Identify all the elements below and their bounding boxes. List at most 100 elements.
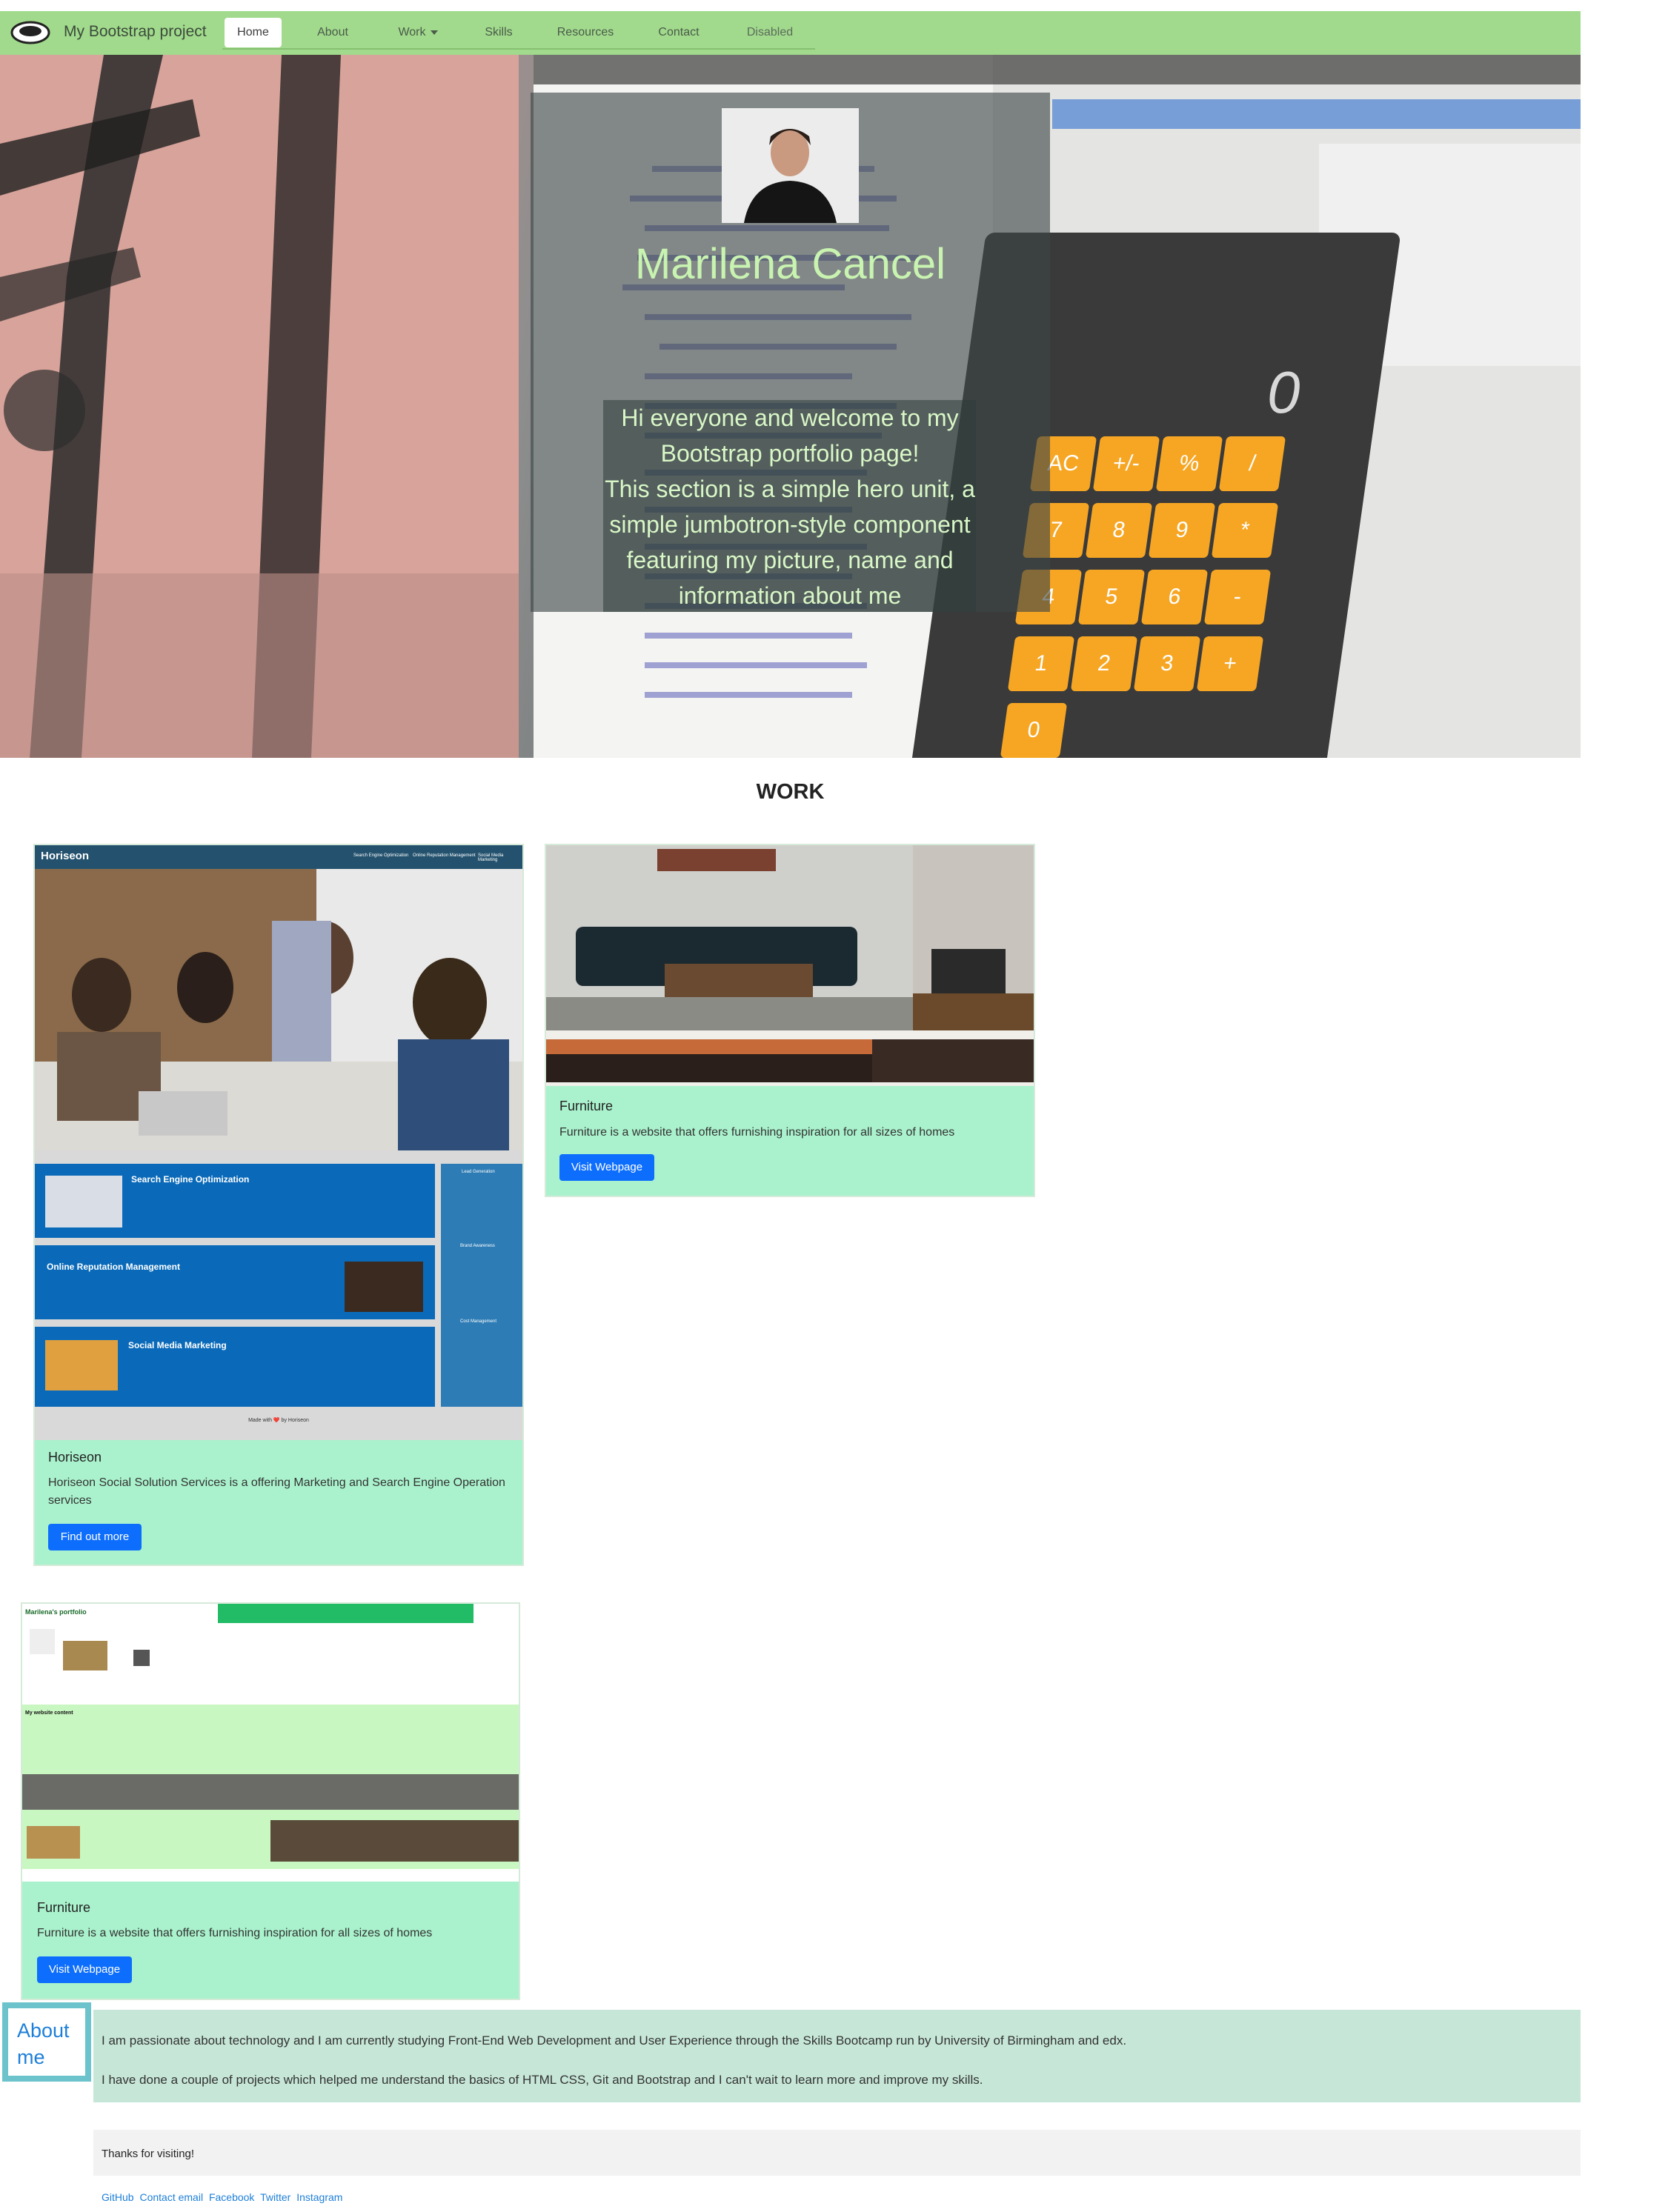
card-text: Furniture is a website that offers furni… (37, 1927, 433, 1939)
nav-about[interactable]: About (304, 18, 362, 47)
hero-intro-line: featuring my picture, name and (626, 547, 954, 573)
footer-links: GitHub Contact email Facebook Twitter In… (102, 2191, 345, 2203)
nav-work-dropdown[interactable]: Work (385, 18, 451, 47)
hero-intro-line: Hi everyone and welcome to my (621, 404, 959, 431)
horiseon-sidebar-item: Lead Generation (462, 1170, 495, 1174)
calc-key: 0 (1000, 703, 1068, 758)
nav-home[interactable]: Home (225, 18, 282, 47)
find-out-more-button[interactable]: Find out more (48, 1524, 142, 1550)
hero-intro-line: simple jumbotron-style component (609, 511, 971, 538)
horiseon-header: Horiseon Search Engine Optimization Onli… (35, 845, 522, 869)
hero-intro-line: information about me (678, 582, 902, 609)
footer (93, 2130, 1581, 2176)
horiseon-section-title: Online Reputation Management (47, 1262, 181, 1272)
portfolio-avatar (133, 1650, 150, 1666)
card-text: Furniture is a website that offers furni… (559, 1126, 955, 1139)
github-link[interactable]: GitHub (102, 2191, 134, 2203)
card-title: Furniture (37, 1900, 91, 1915)
portfolio-brand: Marilena's portfolio (25, 1608, 87, 1616)
about-section (93, 2010, 1581, 2102)
facebook-link[interactable]: Facebook (209, 2191, 254, 2203)
card-title: Horiseon (48, 1450, 102, 1465)
nav-resources[interactable]: Resources (548, 18, 622, 47)
horiseon-screenshot[interactable]: Horiseon Search Engine Optimization Onli… (35, 845, 522, 1440)
hero-name: Marilena Cancel (634, 240, 946, 288)
furniture-screenshot[interactable] (546, 845, 1034, 1086)
horiseon-section-title: Social Media Marketing (128, 1340, 227, 1350)
portfolio-logo (30, 1629, 55, 1654)
profile-photo-icon (722, 108, 859, 223)
about-paragraph: I am passionate about technology and I a… (102, 2033, 1127, 2048)
twitter-link[interactable]: Twitter (260, 2191, 290, 2203)
horiseon-nav-item: Search Engine Optimization (353, 853, 409, 858)
horiseon-sidebar: Lead Generation Brand Awareness Cost Man… (441, 1164, 522, 1407)
horiseon-section-reputation: Online Reputation Management (35, 1245, 435, 1319)
nav-work-label: Work (398, 26, 426, 39)
chevron-down-icon (430, 30, 438, 35)
calc-key: 5 (1077, 570, 1146, 624)
visit-webpage-button[interactable]: Visit Webpage (37, 1956, 132, 1983)
calc-key: % (1155, 436, 1223, 491)
horiseon-brand: Horiseon (41, 850, 90, 862)
brand-name[interactable]: My Bootstrap project (64, 23, 207, 41)
nav-contact[interactable]: Contact (648, 18, 710, 47)
social-thumbnail (45, 1340, 118, 1390)
calculator-display: 0 (1267, 359, 1300, 425)
calc-key: 6 (1140, 570, 1209, 624)
portfolio-hero (22, 1623, 519, 1705)
portfolio-content-heading: My website content (25, 1710, 73, 1716)
portfolio-banner-image (22, 1774, 519, 1810)
footer-thanks: Thanks for visiting! (102, 2148, 195, 2160)
portfolio-hero-image (63, 1641, 107, 1670)
work-section-title: WORK (756, 780, 825, 804)
horiseon-sidebar-item: Brand Awareness (460, 1244, 495, 1248)
about-me-text: About me (17, 2019, 70, 2068)
hero-intro-line: Bootstrap portfolio page! (660, 440, 920, 467)
about-me-label[interactable]: About me (2, 2002, 91, 2082)
work-card-horiseon: Horiseon Search Engine Optimization Onli… (33, 844, 524, 1566)
about-paragraph: I have done a couple of projects which h… (102, 2073, 983, 2087)
portfolio-header: Marilena's portfolio (22, 1604, 519, 1623)
visit-webpage-button[interactable]: Visit Webpage (559, 1154, 654, 1181)
calc-key: * (1211, 503, 1279, 558)
calc-key: - (1203, 570, 1272, 624)
calc-key: 2 (1070, 636, 1138, 691)
calc-key: 1 (1007, 636, 1075, 691)
hero-background-stand-image (0, 55, 519, 758)
horiseon-sidebar-item: Cost Management (460, 1319, 497, 1324)
nav-divider (222, 48, 815, 50)
calc-key: 9 (1148, 503, 1216, 558)
horiseon-hero-image (35, 869, 522, 1150)
portfolio-thumb-2 (270, 1820, 519, 1862)
portfolio-nav (218, 1604, 474, 1623)
profile-avatar (722, 108, 859, 223)
portfolio-screenshot[interactable]: Marilena's portfolio My website content (22, 1604, 519, 1882)
portfolio-thumb-1 (27, 1826, 80, 1859)
hero-intro-text: Hi everyone and welcome to my Bootstrap … (593, 400, 987, 613)
horiseon-footer: Made with ❤️ by Horiseon (248, 1418, 309, 1423)
instagram-link[interactable]: Instagram (296, 2191, 342, 2203)
calc-key: 3 (1133, 636, 1201, 691)
horiseon-section-seo: Search Engine Optimization (35, 1164, 435, 1238)
contact-email-link[interactable]: Contact email (139, 2191, 203, 2203)
horiseon-section-title: Search Engine Optimization (131, 1174, 250, 1185)
horiseon-section-social: Social Media Marketing (35, 1327, 435, 1407)
navbar: My Bootstrap project Home About Work Ski… (0, 11, 1581, 55)
horiseon-nav-item: Social Media Marketing (478, 853, 504, 862)
seo-thumbnail (45, 1176, 122, 1227)
card-title: Furniture (559, 1099, 614, 1113)
horiseon-nav-item: Online Reputation Management (413, 853, 476, 858)
calc-key: 8 (1085, 503, 1153, 558)
calc-key: / (1218, 436, 1286, 491)
work-card-portfolio: Marilena's portfolio My website content … (21, 1602, 520, 2000)
brand-logo-icon[interactable] (10, 21, 50, 44)
nav-skills[interactable]: Skills (470, 18, 528, 47)
card-text: Horiseon Social Solution Services is a o… (48, 1476, 505, 1507)
nav-disabled: Disabled (746, 26, 794, 39)
reputation-thumbnail (345, 1262, 423, 1312)
portfolio-footer (22, 1869, 519, 1882)
calc-key: +/- (1092, 436, 1160, 491)
work-card-furniture: Furniture Furniture is a website that of… (545, 844, 1035, 1197)
calc-key: + (1196, 636, 1264, 691)
hero-intro-line: This section is a simple hero unit, a (605, 476, 975, 502)
